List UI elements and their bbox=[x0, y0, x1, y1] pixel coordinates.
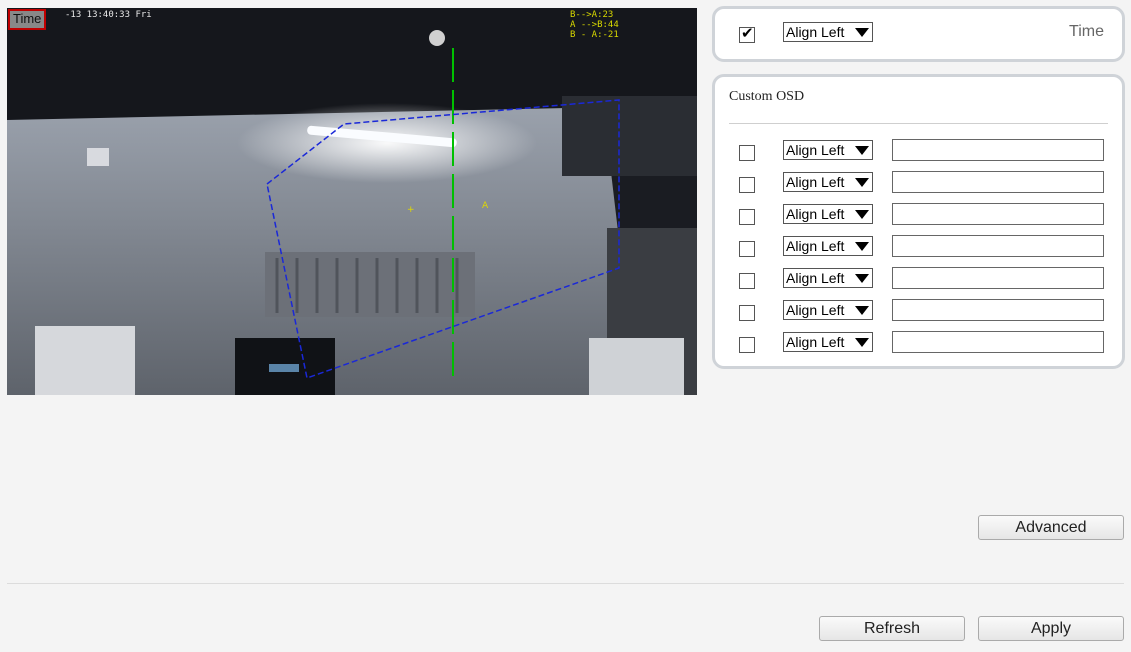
triangle-down-icon bbox=[855, 306, 869, 315]
custom-osd-checkbox[interactable] bbox=[739, 177, 755, 193]
triangle-down-icon bbox=[855, 242, 869, 251]
custom-osd-checkbox[interactable] bbox=[739, 337, 755, 353]
custom-osd-checkbox[interactable] bbox=[739, 145, 755, 161]
triangle-down-icon bbox=[855, 338, 869, 347]
custom-osd-checkbox[interactable] bbox=[739, 273, 755, 289]
refresh-button[interactable]: Refresh bbox=[819, 616, 965, 641]
osd-counter-line: B - A:-21 bbox=[570, 30, 619, 40]
custom-osd-align-select[interactable]: Align Left bbox=[783, 204, 873, 224]
osd-counter-line: A -->B:44 bbox=[570, 20, 619, 30]
select-value: Align Left bbox=[786, 238, 845, 254]
time-osd-checkbox[interactable]: ✔ bbox=[739, 25, 755, 43]
select-value: Align Left bbox=[786, 206, 845, 222]
checkmark-icon: ✔ bbox=[741, 25, 754, 42]
triangle-down-icon bbox=[855, 210, 869, 219]
advanced-button[interactable]: Advanced bbox=[978, 515, 1124, 540]
custom-osd-title: Custom OSD bbox=[729, 89, 805, 104]
apply-button[interactable]: Apply bbox=[978, 616, 1124, 641]
custom-osd-checkbox[interactable] bbox=[739, 305, 755, 321]
select-value: Align Left bbox=[786, 302, 845, 318]
divider bbox=[7, 583, 1124, 584]
custom-osd-text-input[interactable] bbox=[892, 139, 1104, 161]
osd-counter-line: B-->A:23 bbox=[570, 10, 614, 20]
osd-timestamp: -13 13:40:33 Fri bbox=[65, 10, 152, 20]
custom-osd-checkbox[interactable] bbox=[739, 241, 755, 257]
custom-osd-text-input[interactable] bbox=[892, 267, 1104, 289]
osd-time-tag[interactable]: Time bbox=[8, 9, 47, 30]
select-value: Align Left bbox=[786, 24, 845, 40]
triangle-down-icon bbox=[855, 274, 869, 283]
triangle-down-icon bbox=[855, 146, 869, 155]
time-osd-align-select[interactable]: Align Left bbox=[783, 22, 873, 42]
svg-text:+: + bbox=[407, 205, 415, 215]
custom-osd-text-input[interactable] bbox=[892, 171, 1104, 193]
select-value: Align Left bbox=[786, 174, 845, 190]
custom-osd-text-input[interactable] bbox=[892, 203, 1104, 225]
video-scene: + A bbox=[7, 8, 697, 395]
select-value: Align Left bbox=[786, 142, 845, 158]
divider bbox=[729, 123, 1108, 124]
triangle-down-icon bbox=[855, 178, 869, 187]
custom-osd-align-select[interactable]: Align Left bbox=[783, 236, 873, 256]
video-preview[interactable]: + A Time -13 13:40:33 Fri B-->A:23 A -->… bbox=[7, 8, 697, 395]
custom-osd-text-input[interactable] bbox=[892, 331, 1104, 353]
custom-osd-align-select[interactable]: Align Left bbox=[783, 140, 873, 160]
custom-osd-panel: Custom OSD Align Left Align Left Align L… bbox=[712, 74, 1125, 369]
custom-osd-text-input[interactable] bbox=[892, 299, 1104, 321]
custom-osd-align-select[interactable]: Align Left bbox=[783, 300, 873, 320]
custom-osd-checkbox[interactable] bbox=[739, 209, 755, 225]
select-value: Align Left bbox=[786, 270, 845, 286]
custom-osd-align-select[interactable]: Align Left bbox=[783, 172, 873, 192]
time-osd-panel: ✔ Align Left Time bbox=[712, 6, 1125, 62]
time-osd-label: Time bbox=[1069, 23, 1104, 40]
osd-counter: B-->A:23 A -->B:44 B - A:-21 bbox=[570, 10, 619, 40]
select-value: Align Left bbox=[786, 334, 845, 350]
svg-text:A: A bbox=[482, 201, 489, 211]
triangle-down-icon bbox=[855, 28, 869, 37]
custom-osd-text-input[interactable] bbox=[892, 235, 1104, 257]
custom-osd-align-select[interactable]: Align Left bbox=[783, 268, 873, 288]
custom-osd-align-select[interactable]: Align Left bbox=[783, 332, 873, 352]
